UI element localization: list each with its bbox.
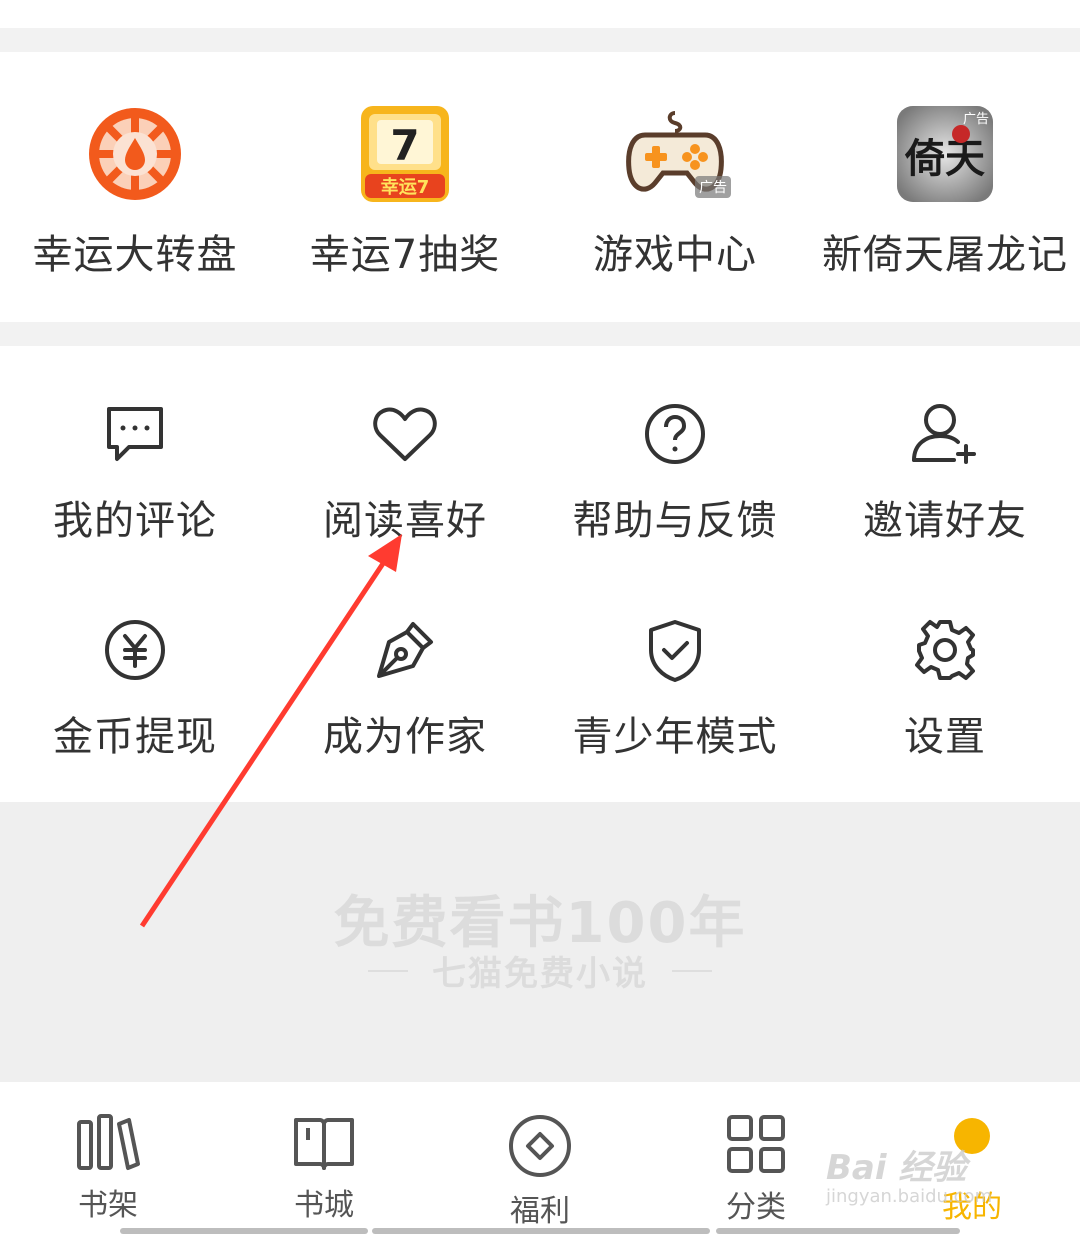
diamond-circle-icon xyxy=(508,1114,572,1182)
nav-bookshelf[interactable]: 书架 xyxy=(0,1086,216,1234)
annotation-arrow xyxy=(139,534,402,928)
nav-label: 书架 xyxy=(78,1188,138,1223)
scroll-indicator xyxy=(120,1228,368,1234)
baidu-watermark-url: jingyan.baidu.com xyxy=(826,1186,993,1207)
bookshelf-icon xyxy=(75,1114,141,1176)
book-icon xyxy=(292,1114,356,1176)
nav-label: 福利 xyxy=(510,1194,570,1229)
scroll-indicator xyxy=(716,1228,960,1234)
nav-bookstore[interactable]: 书城 xyxy=(216,1086,432,1234)
nav-label: 分类 xyxy=(726,1190,786,1225)
scroll-indicator xyxy=(372,1228,710,1234)
nav-label: 书城 xyxy=(294,1188,354,1223)
grid-icon xyxy=(726,1114,786,1178)
nav-welfare[interactable]: 福利 xyxy=(432,1086,648,1234)
baidu-watermark: Bai 经验 xyxy=(826,1148,967,1188)
